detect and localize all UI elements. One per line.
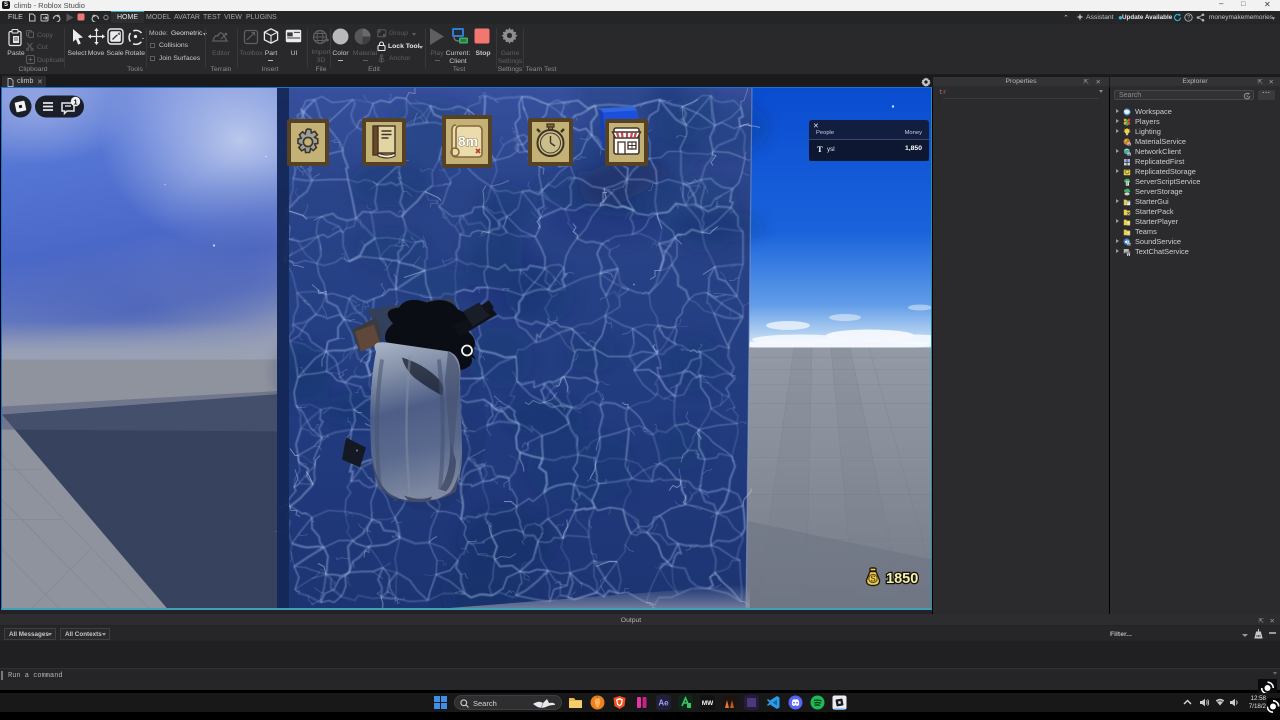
svg-text:Ae: Ae [658, 699, 669, 708]
svg-text:MW: MW [702, 700, 714, 707]
